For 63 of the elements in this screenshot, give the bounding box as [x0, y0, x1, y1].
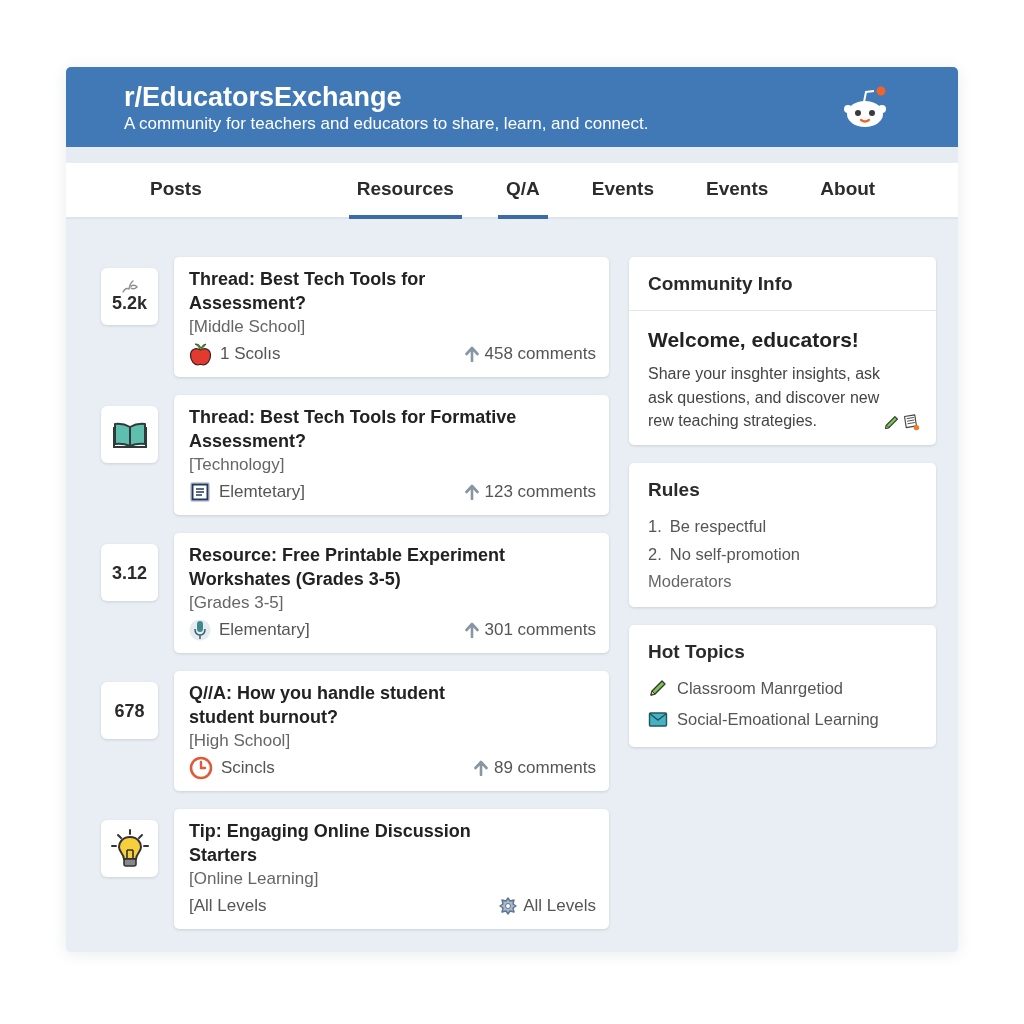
- rule-number: 1.: [648, 515, 662, 537]
- card-title: Hot Topics: [648, 639, 746, 664]
- post-card[interactable]: Q//A: How you handle student student burnout? [High School] Scincls 89 comments: [174, 671, 609, 791]
- comment-count: 458 comments: [484, 343, 596, 365]
- comment-count: 123 comments: [484, 481, 596, 503]
- timer-icon: [189, 756, 213, 780]
- post-tag: [Technology]: [189, 453, 596, 477]
- nav-tab[interactable]: About: [812, 163, 884, 219]
- post-title: Thread: Best Tech Tools for Assessment?: [189, 268, 427, 315]
- nav-tab[interactable]: Events: [583, 163, 662, 219]
- nav-tab[interactable]: Posts: [142, 163, 210, 219]
- welcome-text: Share your insghter insights, ask ask questions, and discover new rew teaching strategies.: [648, 364, 881, 431]
- post-level: All Levels: [523, 895, 596, 917]
- post-meta: [All Levels: [189, 895, 267, 917]
- lightbulb-icon: [101, 820, 158, 877]
- post-title: Q//A: How you handle student student burnout?: [189, 682, 446, 729]
- post-card[interactable]: Resource: Free Printable Experiment Workshates (Grades 3-5) [Grades 3-5] Elementary] 301 comments: [174, 533, 609, 653]
- rule-number: 2.: [648, 543, 662, 565]
- vote-count: 3.12: [111, 562, 147, 583]
- post-meta: Scincls: [221, 757, 275, 779]
- post-meta: 1 Scolıs: [220, 343, 281, 365]
- post-tag: [Grades 3-5]: [189, 591, 596, 615]
- rule-text: Be respectful: [669, 515, 767, 537]
- up-arrow-icon: [464, 622, 479, 638]
- post-card[interactable]: Thread: Best Tech Tools for Assessment? [Middle School] 1 Scolıs 458 comments: [174, 257, 609, 377]
- notepad-icon: [901, 413, 921, 431]
- post-card[interactable]: Tip: Engaging Online Discussion Starters [Online Learning] [All Levels All Levels: [174, 809, 609, 929]
- post-meta: Elementary]: [219, 619, 310, 641]
- card-title: Community Info: [648, 271, 793, 296]
- vote-count: 5.2k: [111, 293, 147, 313]
- topic-link[interactable]: Classroom Manrgetiod: [677, 672, 843, 704]
- nav-tab[interactable]: Events: [698, 163, 777, 219]
- community-description: A community for teachers and educators to share, learn, and connect.: [124, 113, 649, 135]
- microphone-icon: [189, 618, 211, 642]
- post-title: Resource: Free Printable Experiment Workshates (Grades 3-5): [189, 544, 507, 591]
- community-title: r/EducatorsExchange: [124, 81, 403, 113]
- topic-link[interactable]: Social-Emoational Learning: [677, 703, 879, 735]
- comment-count: 89 comments: [493, 757, 596, 779]
- post-card[interactable]: Thread: Best Tech Tools for Formative Assessment? [Technology] Elemtetary] 123 comments: [174, 395, 609, 515]
- post-title: Tip: Engaging Online Discussion Starters: [189, 820, 472, 867]
- post-tag: [Online Learning]: [189, 867, 596, 891]
- card-title: Rules: [648, 477, 701, 502]
- welcome-heading: Welcome, educators!: [648, 327, 860, 353]
- document-icon: [189, 481, 211, 503]
- mascot-face-icon: [842, 86, 888, 128]
- post-meta: Elemtetary]: [219, 481, 305, 503]
- moderators-label[interactable]: Moderators: [648, 567, 917, 595]
- pencil-icon: [648, 678, 668, 698]
- apple-icon: [189, 342, 212, 366]
- up-arrow-icon: [464, 484, 479, 500]
- comment-count: 301 comments: [484, 619, 596, 641]
- vote-count: 678: [114, 700, 145, 721]
- open-book-icon: [101, 406, 158, 463]
- post-title: Thread: Best Tech Tools for Formative Assessment?: [189, 406, 518, 453]
- envelope-icon: [648, 710, 668, 728]
- sprout-icon: [121, 280, 138, 293]
- gear-icon: [499, 897, 518, 915]
- pencil-icon: [883, 413, 901, 431]
- up-arrow-icon: [473, 760, 488, 776]
- post-tag: [High School]: [189, 729, 596, 753]
- rule-text: No self-promotion: [669, 543, 800, 565]
- up-arrow-icon: [464, 346, 479, 362]
- post-tag: [Middle School]: [189, 315, 596, 339]
